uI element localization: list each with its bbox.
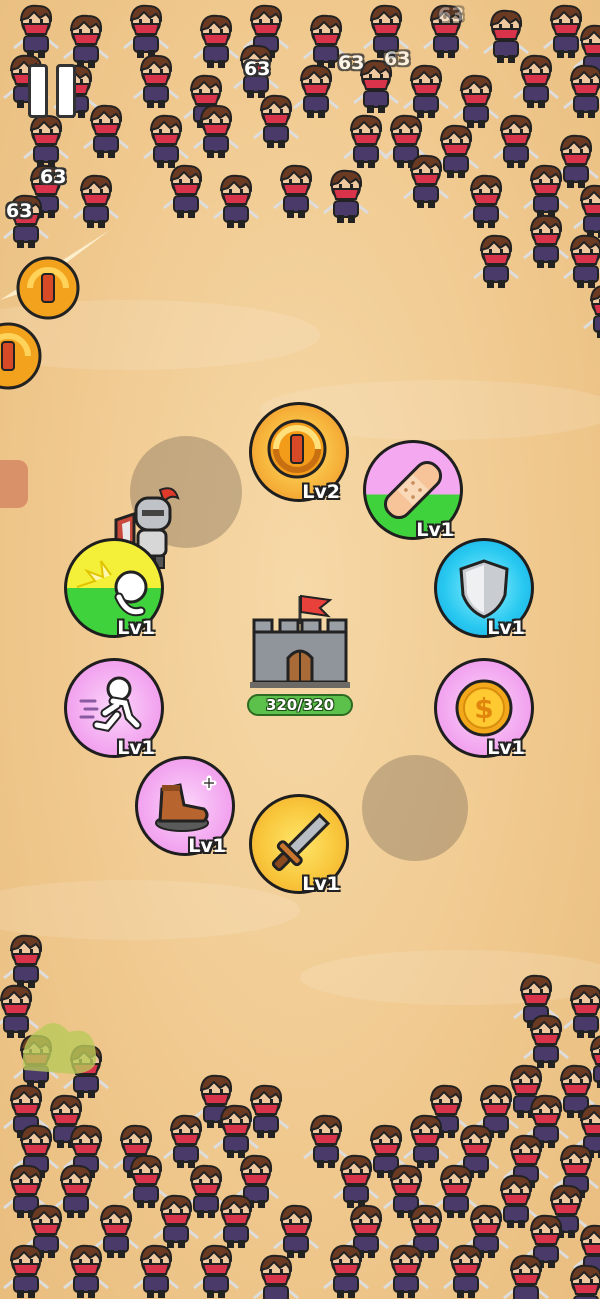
bandit-enemy (503, 1254, 549, 1299)
skill-level: Lv1 (117, 617, 155, 639)
skill-punch[interactable]: Lv1 (64, 538, 164, 639)
bandit-enemy (133, 1244, 179, 1298)
bandit-enemy (563, 64, 600, 118)
damage-number: 63 (384, 48, 411, 70)
skill-sword[interactable]: Lv1 (249, 794, 349, 895)
bandit-enemy (403, 154, 449, 208)
bandit-enemy (63, 1244, 109, 1298)
bandit-enemy (213, 174, 259, 228)
damage-number: 63 (438, 4, 465, 26)
skill-spinning-blade[interactable]: Lv2 (249, 402, 349, 503)
game-field: 63 63 63 63 63 63 320/320 Lv2 Lv1 Lv1 $ … (0, 0, 600, 1299)
bandit-enemy (463, 174, 509, 228)
bandit-enemy (133, 54, 179, 108)
ground-shadow (362, 755, 468, 861)
castle-hp-text: 320/320 (265, 696, 335, 714)
skill-shield[interactable]: Lv1 (434, 538, 534, 639)
bandit-enemy (73, 174, 119, 228)
bandit-enemy (383, 1244, 429, 1298)
damage-number: 63 (338, 52, 365, 74)
bush (23, 1022, 97, 1074)
bandit-enemy (583, 285, 600, 338)
bandit-enemy (3, 1244, 49, 1298)
bandit-enemy (273, 164, 319, 218)
skill-running[interactable]: Lv1 (64, 658, 164, 759)
castle-hp-bar: 320/320 (247, 694, 353, 716)
skill-level: Lv2 (302, 481, 340, 503)
skill-level: Lv1 (416, 519, 454, 541)
svg-text:$: $ (474, 692, 493, 725)
skill-level: Lv1 (487, 617, 525, 639)
bandit-enemy (473, 234, 519, 288)
skill-boot-speed[interactable]: Lv1 (135, 756, 235, 857)
spinning-blade-projectile (0, 230, 110, 320)
bandit-enemy (163, 164, 209, 218)
skill-level: Lv1 (487, 737, 525, 759)
bandit-enemy (513, 54, 559, 108)
rock (0, 460, 28, 508)
bandit-enemy (323, 1244, 369, 1298)
castle (250, 594, 350, 688)
bandit-enemy (253, 1254, 299, 1299)
bandit-enemy (193, 1244, 239, 1298)
bandit-enemy (443, 1244, 489, 1298)
bandit-enemy (253, 94, 299, 148)
pause-icon (56, 64, 76, 118)
damage-number: 63 (6, 200, 33, 222)
bandit-enemy (83, 104, 129, 158)
pause-button[interactable] (28, 64, 76, 118)
bandit-enemy (323, 169, 369, 223)
bandit-enemy (193, 104, 239, 158)
pause-icon (28, 64, 48, 118)
skill-level: Lv1 (117, 737, 155, 759)
damage-number: 63 (244, 58, 271, 80)
skill-bandage[interactable]: Lv1 (363, 440, 463, 541)
skill-gold-coin[interactable]: $ Lv1 (434, 658, 534, 759)
skill-level: Lv1 (302, 873, 340, 895)
bandit-enemy (569, 1264, 600, 1299)
skill-level: Lv1 (188, 835, 226, 857)
damage-number: 63 (40, 166, 67, 188)
spinning-blade-projectile (0, 322, 42, 390)
